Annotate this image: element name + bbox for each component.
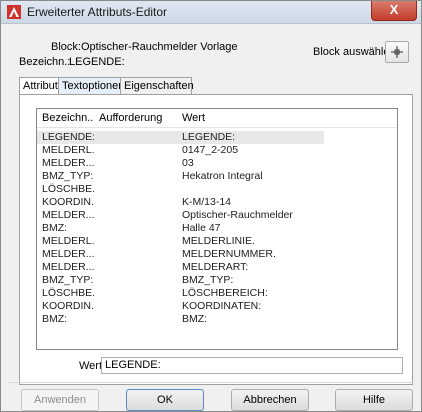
row-tag-cell: LÖSCHBE... [42,287,94,299]
row-value-cell: 03 [182,157,194,169]
row-tag-cell: MELDER... [42,261,94,273]
row-tag-cell: BMZ_TYP: [42,274,94,286]
row-tag-cell: MELDER... [42,157,94,169]
row-value-cell: 0147_2-205 [182,144,239,156]
row-tag-cell: BMZ: [42,313,68,325]
table-row[interactable]: MELDER... Optischer-Rauchmelder [37,209,397,222]
row-tag-cell: KOORDIN... [42,196,94,208]
row-tag-cell: MELDER... [42,248,94,260]
crosshair-icon [391,46,403,59]
tab-textoptionen[interactable]: Textoptionen [58,77,124,94]
row-tag-cell: MELDERL... [42,235,94,247]
table-row[interactable]: MELDERL... 0147_2-205 [37,144,397,157]
window-title: Erweiterter Attributs-Editor [27,5,168,19]
table-row[interactable]: LÖSCHBE... LÖSCHBEREICH: [37,287,397,300]
row-tag-cell: LÖSCHBE... [42,183,94,195]
block-label: Block: [51,41,81,53]
row-value-cell: Hekatron Integral [182,170,263,182]
title-bar[interactable]: Erweiterter Attributs-Editor X [1,1,421,24]
row-value-cell: MELDERART: [182,261,249,273]
row-value-cell: LEGENDE: [182,131,236,143]
table-row[interactable]: MELDER... 03 [37,157,397,170]
table-row[interactable]: LÖSCHBE... [37,183,397,196]
list-header: Bezeichn... Aufforderung Wert [37,109,397,128]
select-block-button[interactable] [385,41,409,63]
table-row[interactable]: BMZ_TYP: BMZ_TYP: [37,274,397,287]
help-button[interactable]: Hilfe [335,389,413,411]
value-input[interactable] [101,357,403,374]
table-row[interactable]: MELDER... MELDERART: [37,261,397,274]
autocad-logo-icon [7,5,21,19]
row-tag-cell: MELDER... [42,209,94,221]
row-value-cell: KOORDINATEN: [182,300,262,312]
table-row[interactable]: KOORDIN... K-M/13-14 [37,196,397,209]
row-value-cell: MELDERLINIE. [182,235,255,247]
row-tag-cell: LEGENDE: [42,131,94,143]
cancel-button[interactable]: Abbrechen [231,389,309,411]
close-button[interactable]: X [371,1,417,21]
apply-button[interactable]: Anwenden [21,389,99,411]
bezeichn-value: LEGENDE: [69,56,125,68]
row-value-cell: MELDERNUMMER. [182,248,276,260]
table-row[interactable]: MELDERL... MELDERLINIE. [37,235,397,248]
row-tag-cell: BMZ_TYP: [42,170,94,182]
row-value-cell: K-M/13-14 [182,196,232,208]
select-block-label: Block auswählen [313,46,396,58]
attribute-tab-panel: Bezeichn... Aufforderung Wert LEGENDE: LE… [19,94,413,385]
attribute-list[interactable]: Bezeichn... Aufforderung Wert LEGENDE: LE… [36,108,398,350]
row-tag-cell: KOORDIN... [42,300,94,312]
table-row[interactable]: MELDER... MELDERNUMMER. [37,248,397,261]
tab-attribut[interactable]: Attribut [19,77,61,95]
attribute-editor-dialog: Erweiterter Attributs-Editor X Block: Op… [0,0,422,412]
ok-button[interactable]: OK [126,389,204,411]
block-name: Optischer-Rauchmelder Vorlage [81,41,238,53]
column-header-prompt[interactable]: Aufforderung [99,112,179,124]
table-row[interactable]: BMZ_TYP: Hekatron Integral [37,170,397,183]
bezeichn-label: Bezeichn.: [19,56,71,68]
row-tag-cell: MELDERL... [42,144,94,156]
button-divider [9,382,413,383]
table-row[interactable]: BMZ: Halle 47 [37,222,397,235]
row-value-cell: LÖSCHBEREICH: [182,287,268,299]
tab-eigenschaften[interactable]: Eigenschaften [120,77,194,94]
row-tag-cell: BMZ: [42,222,68,234]
row-value-cell: BMZ_TYP: [182,274,234,286]
table-row[interactable]: KOORDIN... KOORDINATEN: [37,300,397,313]
table-row[interactable]: LEGENDE: LEGENDE: [37,131,324,144]
column-header-value[interactable]: Wert [182,112,302,124]
row-value-cell: BMZ: [182,313,208,325]
table-row[interactable]: BMZ: BMZ: [37,313,397,326]
row-value-cell: Halle 47 [182,222,221,234]
column-header-tag[interactable]: Bezeichn... [42,112,94,124]
row-value-cell: Optischer-Rauchmelder [182,209,293,221]
